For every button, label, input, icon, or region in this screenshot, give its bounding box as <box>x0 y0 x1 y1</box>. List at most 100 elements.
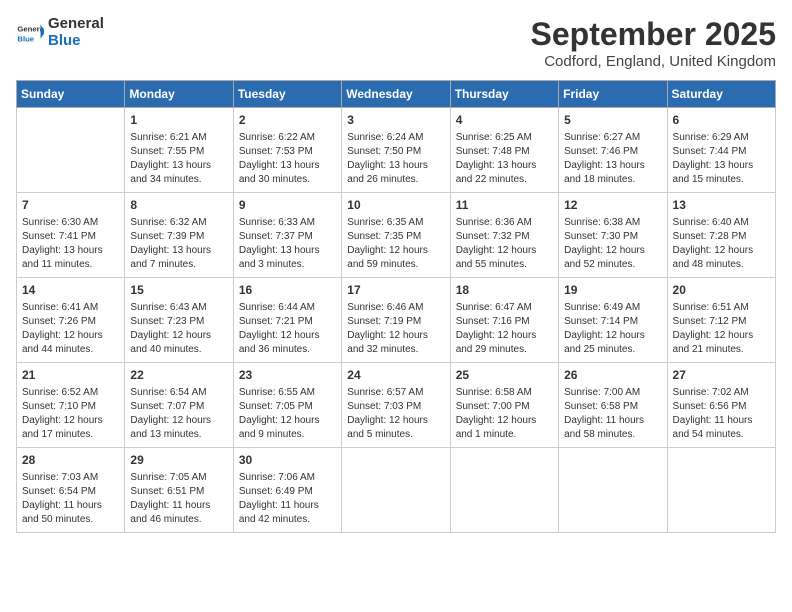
calendar-cell: 4 Sunrise: 6:25 AM Sunset: 7:48 PM Daylig… <box>450 108 558 193</box>
day-number: 5 <box>564 112 661 129</box>
day-number: 16 <box>239 282 336 299</box>
calendar-cell: 20 Sunrise: 6:51 AM Sunset: 7:12 PM Dayli… <box>667 278 775 363</box>
day-info: Sunrise: 6:22 AM Sunset: 7:53 PM Dayligh… <box>239 131 336 187</box>
calendar-cell: 10 Sunrise: 6:35 AM Sunset: 7:35 PM Dayli… <box>342 193 450 278</box>
calendar-cell: 17 Sunrise: 6:46 AM Sunset: 7:19 PM Dayli… <box>342 278 450 363</box>
calendar-header: Sunday Monday Tuesday Wednesday Thursday… <box>17 81 776 108</box>
day-number: 23 <box>239 367 336 384</box>
calendar-cell: 14Sunrise: 6:41 AM Sunset: 7:26 PM Dayli… <box>17 278 125 363</box>
day-info: Sunrise: 7:00 AM Sunset: 6:58 PM Dayligh… <box>564 386 661 442</box>
day-info: Sunrise: 6:44 AM Sunset: 7:21 PM Dayligh… <box>239 301 336 357</box>
calendar-cell <box>667 448 775 533</box>
day-info: Sunrise: 6:41 AM Sunset: 7:26 PM Dayligh… <box>22 301 119 357</box>
day-number: 3 <box>347 112 444 129</box>
day-number: 29 <box>130 452 227 469</box>
week-row-3: 14Sunrise: 6:41 AM Sunset: 7:26 PM Dayli… <box>17 278 776 363</box>
calendar-cell: 5Sunrise: 6:27 AM Sunset: 7:46 PM Daylig… <box>559 108 667 193</box>
day-number: 26 <box>564 367 661 384</box>
calendar-cell: 19 Sunrise: 6:49 AM Sunset: 7:14 PM Dayli… <box>559 278 667 363</box>
location: Codford, England, United Kingdom <box>531 53 776 70</box>
calendar-cell <box>450 448 558 533</box>
day-number: 8 <box>130 197 227 214</box>
day-number: 7 <box>22 197 119 214</box>
page-header: General Blue General Blue September 2025… <box>16 16 776 70</box>
day-number: 9 <box>239 197 336 214</box>
logo: General Blue General Blue <box>16 16 104 49</box>
day-info: Sunrise: 6:46 AM Sunset: 7:19 PM Dayligh… <box>347 301 444 357</box>
day-number: 27 <box>673 367 770 384</box>
week-row-5: 28Sunrise: 7:03 AM Sunset: 6:54 PM Dayli… <box>17 448 776 533</box>
day-info: Sunrise: 6:40 AM Sunset: 7:28 PM Dayligh… <box>673 216 770 272</box>
day-info: Sunrise: 6:21 AM Sunset: 7:55 PM Dayligh… <box>130 131 227 187</box>
day-number: 12 <box>564 197 661 214</box>
week-row-4: 21Sunrise: 6:52 AM Sunset: 7:10 PM Dayli… <box>17 363 776 448</box>
day-info: Sunrise: 6:54 AM Sunset: 7:07 PM Dayligh… <box>130 386 227 442</box>
day-number: 22 <box>130 367 227 384</box>
col-thursday: Thursday <box>450 81 558 108</box>
day-info: Sunrise: 6:58 AM Sunset: 7:00 PM Dayligh… <box>456 386 553 442</box>
calendar-cell: 29Sunrise: 7:05 AM Sunset: 6:51 PM Dayli… <box>125 448 233 533</box>
svg-text:Blue: Blue <box>17 34 34 43</box>
calendar-cell <box>342 448 450 533</box>
day-info: Sunrise: 6:49 AM Sunset: 7:14 PM Dayligh… <box>564 301 661 357</box>
day-number: 4 <box>456 112 553 129</box>
day-info: Sunrise: 6:55 AM Sunset: 7:05 PM Dayligh… <box>239 386 336 442</box>
day-info: Sunrise: 6:51 AM Sunset: 7:12 PM Dayligh… <box>673 301 770 357</box>
calendar-cell: 1 Sunrise: 6:21 AM Sunset: 7:55 PM Daylig… <box>125 108 233 193</box>
calendar-cell: 24Sunrise: 6:57 AM Sunset: 7:03 PM Dayli… <box>342 363 450 448</box>
day-number: 6 <box>673 112 770 129</box>
calendar-cell: 8Sunrise: 6:32 AM Sunset: 7:39 PM Daylig… <box>125 193 233 278</box>
calendar-cell: 6 Sunrise: 6:29 AM Sunset: 7:44 PM Daylig… <box>667 108 775 193</box>
calendar-cell: 26 Sunrise: 7:00 AM Sunset: 6:58 PM Dayli… <box>559 363 667 448</box>
calendar-cell: 16 Sunrise: 6:44 AM Sunset: 7:21 PM Dayli… <box>233 278 341 363</box>
col-saturday: Saturday <box>667 81 775 108</box>
col-monday: Monday <box>125 81 233 108</box>
calendar-body: 1 Sunrise: 6:21 AM Sunset: 7:55 PM Daylig… <box>17 108 776 533</box>
calendar-cell: 23 Sunrise: 6:55 AM Sunset: 7:05 PM Dayli… <box>233 363 341 448</box>
col-friday: Friday <box>559 81 667 108</box>
day-info: Sunrise: 7:03 AM Sunset: 6:54 PM Dayligh… <box>22 471 119 527</box>
svg-text:General: General <box>17 24 44 33</box>
calendar-cell: 15 Sunrise: 6:43 AM Sunset: 7:23 PM Dayli… <box>125 278 233 363</box>
day-info: Sunrise: 6:33 AM Sunset: 7:37 PM Dayligh… <box>239 216 336 272</box>
calendar-cell: 22 Sunrise: 6:54 AM Sunset: 7:07 PM Dayli… <box>125 363 233 448</box>
day-number: 17 <box>347 282 444 299</box>
day-info: Sunrise: 6:43 AM Sunset: 7:23 PM Dayligh… <box>130 301 227 357</box>
col-tuesday: Tuesday <box>233 81 341 108</box>
day-number: 30 <box>239 452 336 469</box>
week-row-2: 7Sunrise: 6:30 AM Sunset: 7:41 PM Daylig… <box>17 193 776 278</box>
day-info: Sunrise: 6:29 AM Sunset: 7:44 PM Dayligh… <box>673 131 770 187</box>
day-info: Sunrise: 6:25 AM Sunset: 7:48 PM Dayligh… <box>456 131 553 187</box>
day-number: 21 <box>22 367 119 384</box>
logo-general: General <box>48 16 104 33</box>
calendar-cell: 27 Sunrise: 7:02 AM Sunset: 6:56 PM Dayli… <box>667 363 775 448</box>
week-row-1: 1 Sunrise: 6:21 AM Sunset: 7:55 PM Daylig… <box>17 108 776 193</box>
calendar-cell: 11Sunrise: 6:36 AM Sunset: 7:32 PM Dayli… <box>450 193 558 278</box>
day-number: 2 <box>239 112 336 129</box>
day-info: Sunrise: 6:24 AM Sunset: 7:50 PM Dayligh… <box>347 131 444 187</box>
calendar-cell: 21Sunrise: 6:52 AM Sunset: 7:10 PM Dayli… <box>17 363 125 448</box>
day-number: 11 <box>456 197 553 214</box>
day-info: Sunrise: 6:35 AM Sunset: 7:35 PM Dayligh… <box>347 216 444 272</box>
day-number: 15 <box>130 282 227 299</box>
calendar-cell <box>559 448 667 533</box>
calendar-cell: 13 Sunrise: 6:40 AM Sunset: 7:28 PM Dayli… <box>667 193 775 278</box>
day-number: 24 <box>347 367 444 384</box>
day-number: 19 <box>564 282 661 299</box>
day-number: 13 <box>673 197 770 214</box>
day-info: Sunrise: 7:02 AM Sunset: 6:56 PM Dayligh… <box>673 386 770 442</box>
title-block: September 2025 Codford, England, United … <box>531 16 776 70</box>
calendar-cell: 12 Sunrise: 6:38 AM Sunset: 7:30 PM Dayli… <box>559 193 667 278</box>
day-info: Sunrise: 7:06 AM Sunset: 6:49 PM Dayligh… <box>239 471 336 527</box>
calendar-cell: 2 Sunrise: 6:22 AM Sunset: 7:53 PM Daylig… <box>233 108 341 193</box>
day-number: 10 <box>347 197 444 214</box>
day-number: 20 <box>673 282 770 299</box>
day-info: Sunrise: 6:47 AM Sunset: 7:16 PM Dayligh… <box>456 301 553 357</box>
calendar-cell: 28Sunrise: 7:03 AM Sunset: 6:54 PM Dayli… <box>17 448 125 533</box>
day-number: 1 <box>130 112 227 129</box>
calendar-cell <box>17 108 125 193</box>
calendar-cell: 9 Sunrise: 6:33 AM Sunset: 7:37 PM Daylig… <box>233 193 341 278</box>
calendar-cell: 30 Sunrise: 7:06 AM Sunset: 6:49 PM Dayli… <box>233 448 341 533</box>
calendar-cell: 7Sunrise: 6:30 AM Sunset: 7:41 PM Daylig… <box>17 193 125 278</box>
day-info: Sunrise: 6:38 AM Sunset: 7:30 PM Dayligh… <box>564 216 661 272</box>
